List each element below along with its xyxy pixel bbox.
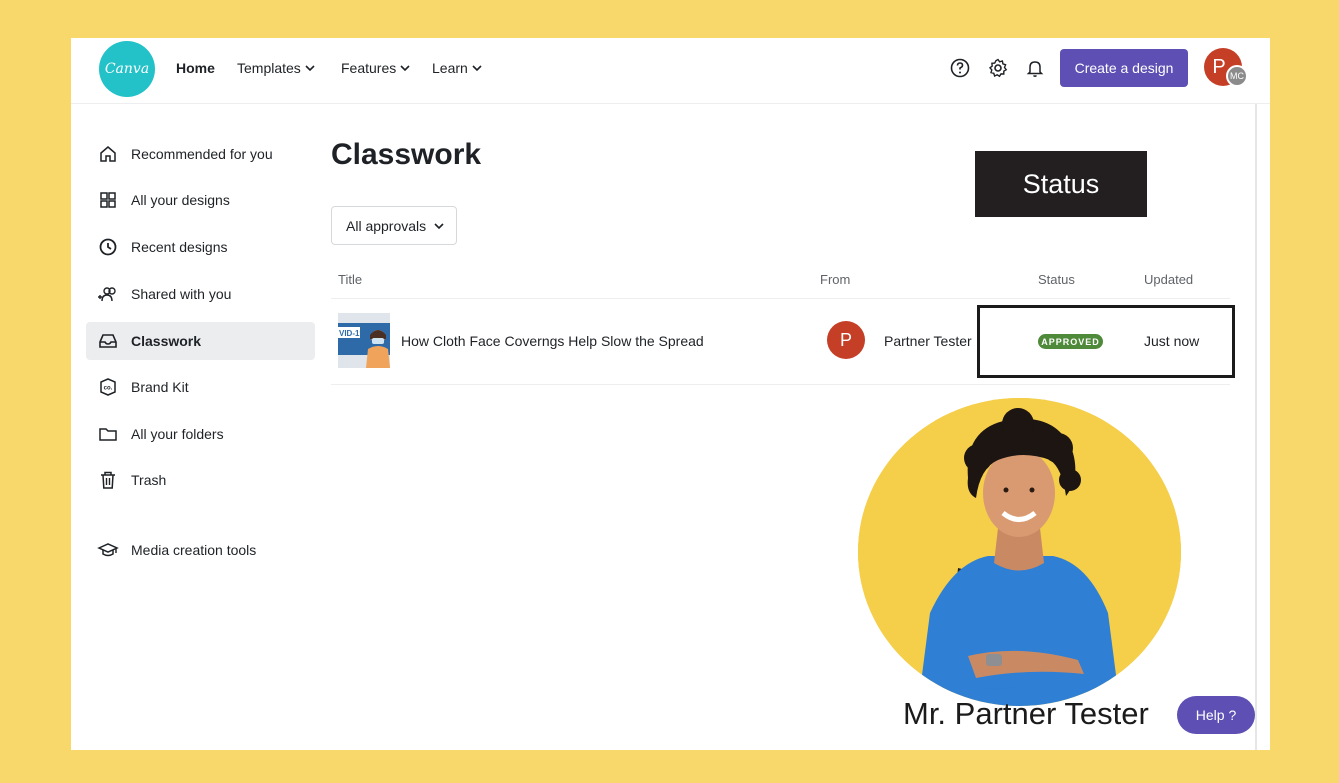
sender-avatar: P [827,321,865,359]
status-callout-label: Status [975,151,1147,217]
page-title: Classwork [331,138,482,171]
scrollbar[interactable] [1255,104,1257,750]
divider [331,298,1230,299]
people-icon [98,287,116,302]
chevron-down-icon [472,65,482,72]
chevron-down-icon [305,65,315,72]
home-icon [100,146,116,162]
sidebar-item-label: All your designs [131,192,230,208]
gear-icon[interactable] [987,57,1009,79]
student-portrait [858,398,1181,706]
sidebar-item-label: Shared with you [131,286,232,302]
sidebar-item-label: Trash [131,472,167,488]
sidebar-item-label: Classwork [131,333,202,349]
sidebar-item-label: Recommended for you [131,146,273,162]
nav-home[interactable]: Home [176,60,215,76]
nav-learn[interactable]: Learn [432,60,482,76]
graduation-cap-icon [97,543,119,557]
divider [331,384,1230,385]
canva-window: Canva Home Templates Features Learn Crea… [71,38,1270,750]
sidebar-item-folders[interactable]: All your folders [86,415,315,453]
top-header: Canva Home Templates Features Learn Crea… [71,38,1270,104]
column-header-title[interactable]: Title [338,272,362,287]
column-header-status[interactable]: Status [1038,272,1075,287]
nav-home-label: Home [176,60,215,76]
sidebar-item-label: Brand Kit [131,379,189,395]
create-design-button[interactable]: Create a design [1060,49,1188,87]
portrait-caption: Mr. Partner Tester [903,696,1149,731]
sidebar-item-classwork[interactable]: Classwork [86,322,315,360]
svg-text:co.: co. [104,386,113,392]
approvals-filter-dropdown[interactable]: All approvals [331,206,457,245]
nav-learn-label: Learn [432,60,468,76]
nav-templates-label: Templates [237,60,301,76]
clock-icon [99,238,117,256]
thumbnail-text: VID-19 [339,329,364,338]
sidebar-item-media-tools[interactable]: Media creation tools [86,531,315,569]
sidebar-item-label: Media creation tools [131,542,257,558]
bell-icon[interactable] [1024,57,1046,79]
sender-name: Partner Tester [884,333,972,349]
canva-logo[interactable]: Canva [99,41,155,97]
column-header-from[interactable]: From [820,272,850,287]
folder-icon [99,428,117,441]
sidebar-item-label: All your folders [131,426,224,442]
help-button[interactable]: Help ? [1177,696,1255,734]
sidebar-item-trash[interactable]: Trash [86,461,315,499]
filter-label: All approvals [346,217,427,234]
grid-icon [100,192,116,208]
chevron-down-icon [400,65,410,72]
sidebar-item-recent[interactable]: Recent designs [86,228,315,266]
chevron-down-icon [434,222,444,229]
brand-kit-icon: co. [100,378,116,396]
inbox-icon [99,334,117,348]
sidebar-item-recommended[interactable]: Recommended for you [86,135,315,173]
trash-icon [101,471,115,489]
design-thumbnail-art: VID-19 [338,313,390,368]
nav-features-label: Features [341,60,397,76]
student-photo [858,398,1181,706]
sidebar-item-all-designs[interactable]: All your designs [86,181,315,219]
sidebar-item-brand-kit[interactable]: co. Brand Kit [86,368,315,406]
sidebar-item-shared[interactable]: Shared with you [86,275,315,313]
column-header-updated[interactable]: Updated [1144,272,1193,287]
nav-templates[interactable]: Templates [237,60,315,76]
sidebar-item-label: Recent designs [131,239,228,255]
status-highlight-box [977,305,1235,378]
design-thumbnail[interactable]: VID-19 [338,313,390,368]
design-title[interactable]: How Cloth Face Coverngs Help Slow the Sp… [401,333,704,349]
help-circle-icon[interactable] [949,57,971,79]
nav-features[interactable]: Features [341,60,410,76]
team-avatar[interactable]: MC [1226,65,1248,87]
